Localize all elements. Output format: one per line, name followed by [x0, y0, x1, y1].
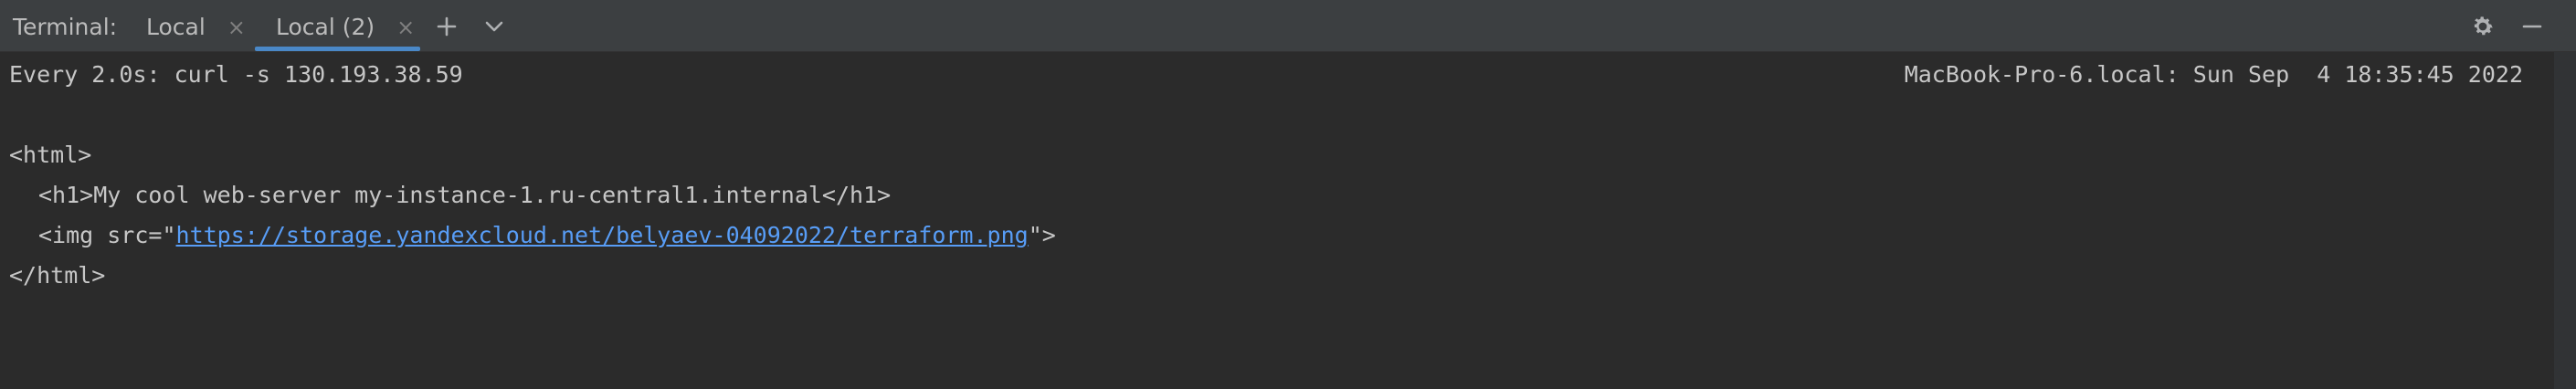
h1-line: <h1>My cool web-server my-instance-1.ru-…: [38, 182, 892, 208]
terminal-output[interactable]: Every 2.0s: curl -s 130.193.38.59 MacBoo…: [9, 52, 2549, 389]
img-line: <img src="https://storage.yandexcloud.ne…: [38, 216, 1056, 256]
close-icon[interactable]: ×: [227, 0, 246, 55]
watch-command-line: Every 2.0s: curl -s 130.193.38.59: [9, 61, 463, 88]
tab-local[interactable]: Local ×: [146, 0, 246, 52]
host-timestamp: MacBook-Pro-6.local: Sun Sep 4 18:35:45 …: [1904, 61, 2523, 88]
terminal-tab-bar: Terminal: Local × Local (2) ×: [0, 0, 2576, 52]
plus-icon[interactable]: [433, 0, 460, 52]
tab-local-2-label: Local (2): [276, 14, 375, 40]
active-tab-indicator: [255, 47, 420, 51]
html-open-tag: <html>: [9, 142, 92, 168]
terminal-window: Terminal: Local × Local (2) × Every 2.0s…: [0, 0, 2576, 389]
image-url-link[interactable]: https://storage.yandexcloud.net/belyaev-…: [176, 222, 1029, 248]
html-close-tag: </html>: [9, 262, 106, 289]
gear-icon[interactable]: [2468, 0, 2497, 52]
chevron-down-icon[interactable]: [480, 0, 508, 52]
minimize-icon[interactable]: [2518, 0, 2547, 52]
tab-local-label: Local: [146, 14, 206, 40]
img-tag-prefix: <img src=": [38, 222, 176, 248]
img-tag-suffix: ">: [1028, 222, 1056, 248]
scrollbar-track[interactable]: [2554, 52, 2576, 389]
tab-local-2[interactable]: Local (2) ×: [276, 0, 415, 52]
terminal-label: Terminal:: [13, 14, 118, 40]
